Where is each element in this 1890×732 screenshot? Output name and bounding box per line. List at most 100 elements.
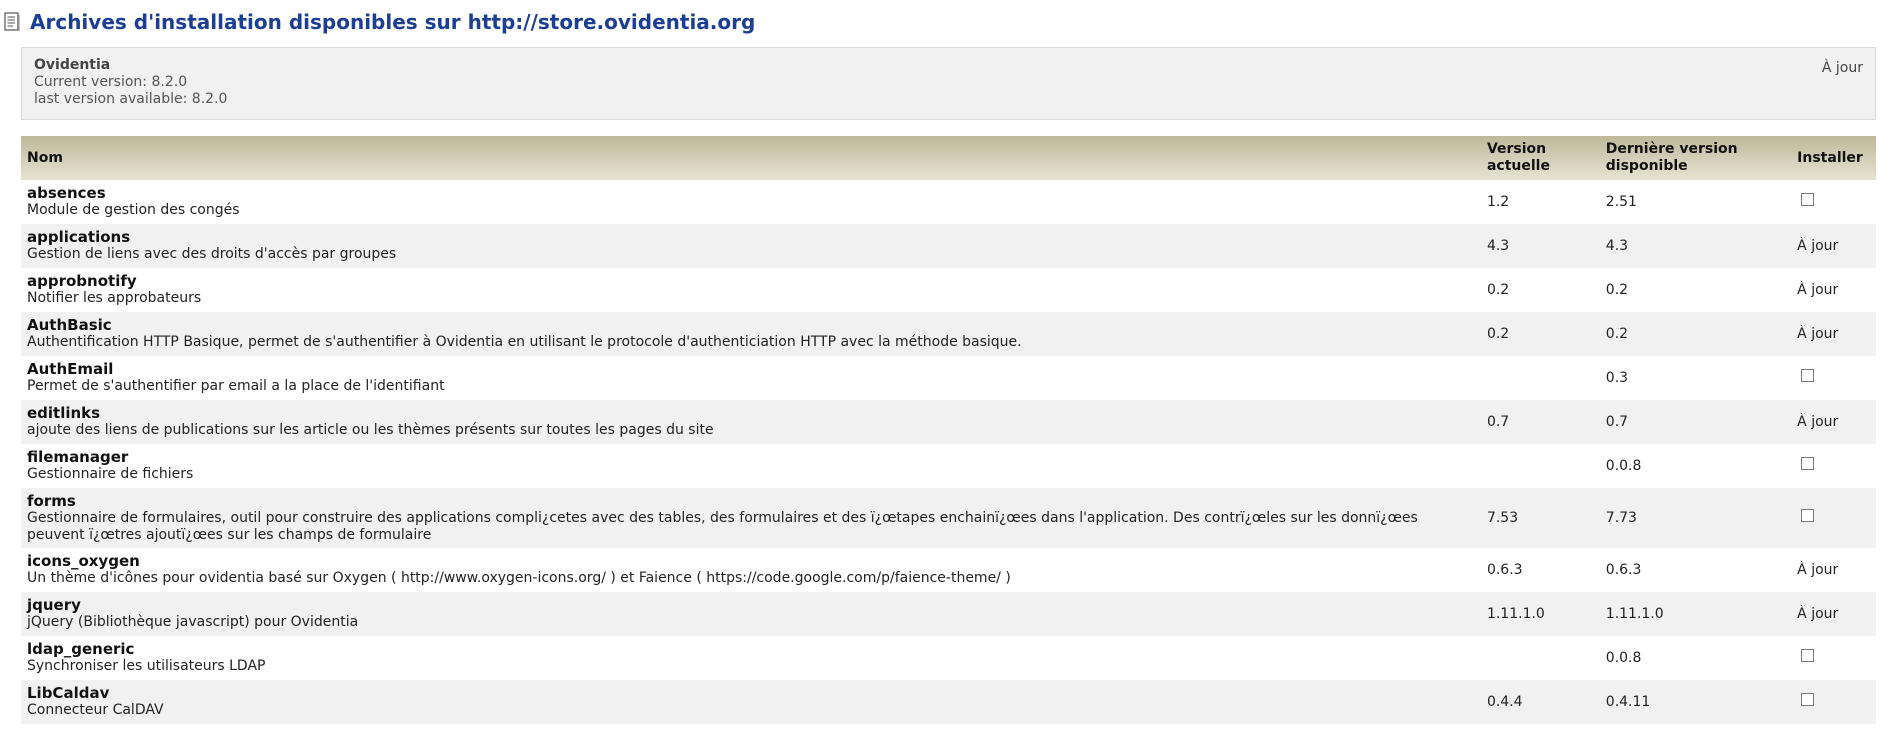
cell-install bbox=[1791, 180, 1876, 224]
cell-current-version: 1.11.1.0 bbox=[1480, 592, 1600, 636]
up-to-date-status: À jour bbox=[1797, 237, 1839, 254]
cell-name: ldap_generic Synchroniser les utilisateur… bbox=[21, 636, 1481, 680]
addon-description: Connecteur CalDAV bbox=[27, 702, 164, 718]
table-row: forms Gestionnaire de formulaires, outil … bbox=[21, 488, 1876, 548]
cell-install bbox=[1791, 680, 1876, 724]
install-checkbox[interactable] bbox=[1801, 509, 1815, 522]
addon-name: editlinks bbox=[27, 404, 101, 422]
addon-description: Un thème d'icônes pour ovidentia basé su… bbox=[27, 570, 1011, 586]
core-name: Ovidentia bbox=[34, 57, 111, 73]
header-install: Installer bbox=[1791, 136, 1876, 180]
cell-name: AuthBasic Authentification HTTP Basique, … bbox=[21, 312, 1481, 356]
addon-description: Module de gestion des congés bbox=[27, 202, 240, 218]
cell-install: À jour bbox=[1791, 268, 1876, 312]
up-to-date-status: À jour bbox=[1797, 281, 1839, 298]
table-row: editlinks ajoute des liens de publication… bbox=[21, 400, 1876, 444]
addon-name: jquery bbox=[27, 596, 81, 614]
core-last-version: last version available: 8.2.0 bbox=[34, 91, 228, 107]
header-current-version: Version actuelle bbox=[1480, 136, 1600, 180]
header-latest-version: Dernière version disponible bbox=[1599, 136, 1792, 180]
table-row: approbnotify Notifier les approbateurs 0.2… bbox=[21, 268, 1876, 312]
cell-current-version: 0.2 bbox=[1480, 312, 1600, 356]
table-row: icons_oxygen Un thème d'icônes pour ovide… bbox=[21, 548, 1876, 592]
cell-name: filemanager Gestionnaire de fichiers bbox=[21, 444, 1481, 488]
cell-latest-version: 0.2 bbox=[1599, 312, 1792, 356]
header-name: Nom bbox=[21, 136, 1481, 180]
addon-description: Gestion de liens avec des droits d'accès… bbox=[27, 246, 397, 262]
cell-current-version bbox=[1480, 444, 1600, 488]
table-row: applications Gestion de liens avec des dr… bbox=[21, 224, 1876, 268]
table-row: jquery jQuery (Bibliothèque javascript) p… bbox=[21, 592, 1876, 636]
addon-description: Synchroniser les utilisateurs LDAP bbox=[27, 658, 266, 674]
addon-name: absences bbox=[27, 184, 106, 202]
core-current-version: Current version: 8.2.0 bbox=[34, 74, 188, 90]
install-checkbox[interactable] bbox=[1801, 369, 1815, 382]
cell-install bbox=[1791, 356, 1876, 400]
cell-install bbox=[1791, 636, 1876, 680]
cell-install bbox=[1791, 488, 1876, 548]
addon-name: applications bbox=[27, 228, 131, 246]
up-to-date-status: À jour bbox=[1797, 413, 1839, 430]
install-checkbox[interactable] bbox=[1801, 649, 1815, 662]
cell-name: jquery jQuery (Bibliothèque javascript) p… bbox=[21, 592, 1481, 636]
cell-current-version: 1.2 bbox=[1480, 180, 1600, 224]
cell-name: absences Module de gestion des congés bbox=[21, 180, 1481, 224]
cell-current-version bbox=[1480, 356, 1600, 400]
core-version-box: Ovidentia Current version: 8.2.0 last ve… bbox=[21, 47, 1876, 120]
cell-current-version: 0.6.3 bbox=[1480, 548, 1600, 592]
cell-latest-version: 0.0.8 bbox=[1599, 444, 1792, 488]
cell-install: À jour bbox=[1791, 224, 1876, 268]
table-row: LibCaldav Connecteur CalDAV 0.4.4 0.4.11 bbox=[21, 680, 1876, 724]
cell-name: icons_oxygen Un thème d'icônes pour ovide… bbox=[21, 548, 1481, 592]
install-checkbox[interactable] bbox=[1801, 457, 1815, 470]
table-row: ldap_generic Synchroniser les utilisateur… bbox=[21, 636, 1876, 680]
cell-latest-version: 2.51 bbox=[1599, 180, 1792, 224]
up-to-date-status: À jour bbox=[1797, 605, 1839, 622]
addon-name: filemanager bbox=[27, 448, 129, 466]
cell-install: À jour bbox=[1791, 592, 1876, 636]
cell-current-version: 0.2 bbox=[1480, 268, 1600, 312]
page-title: Archives d'installation disponibles sur … bbox=[30, 10, 756, 34]
cell-name: AuthEmail Permet de s'authentifier par em… bbox=[21, 356, 1481, 400]
cell-current-version: 0.7 bbox=[1480, 400, 1600, 444]
install-checkbox[interactable] bbox=[1801, 193, 1815, 206]
cell-current-version: 4.3 bbox=[1480, 224, 1600, 268]
cell-name: editlinks ajoute des liens de publication… bbox=[21, 400, 1481, 444]
cell-latest-version: 4.3 bbox=[1599, 224, 1792, 268]
cell-install: À jour bbox=[1791, 400, 1876, 444]
cell-latest-version: 0.7 bbox=[1599, 400, 1792, 444]
cell-name: applications Gestion de liens avec des dr… bbox=[21, 224, 1481, 268]
cell-name: LibCaldav Connecteur CalDAV bbox=[21, 680, 1481, 724]
cell-current-version: 7.53 bbox=[1480, 488, 1600, 548]
cell-latest-version: 1.11.1.0 bbox=[1599, 592, 1792, 636]
table-row: AuthEmail Permet de s'authentifier par em… bbox=[21, 356, 1876, 400]
addon-description: jQuery (Bibliothèque javascript) pour Ov… bbox=[27, 614, 359, 630]
table-row: filemanager Gestionnaire de fichiers 0.0.8 bbox=[21, 444, 1876, 488]
addon-name: approbnotify bbox=[27, 272, 137, 290]
table-row: absences Module de gestion des congés 1.2 2… bbox=[21, 180, 1876, 224]
core-status: À jour bbox=[1821, 60, 1863, 76]
addon-description: Gestionnaire de fichiers bbox=[27, 466, 194, 482]
cell-latest-version: 0.6.3 bbox=[1599, 548, 1792, 592]
cell-name: approbnotify Notifier les approbateurs bbox=[21, 268, 1481, 312]
cell-latest-version: 7.73 bbox=[1599, 488, 1792, 548]
up-to-date-status: À jour bbox=[1797, 325, 1839, 342]
addon-name: forms bbox=[27, 491, 76, 510]
up-to-date-status: À jour bbox=[1797, 561, 1839, 578]
addon-name: icons_oxygen bbox=[27, 552, 140, 570]
addon-name: AuthBasic bbox=[27, 316, 112, 334]
install-checkbox[interactable] bbox=[1801, 693, 1815, 706]
addons-table: Nom Version actuelle Dernière version di… bbox=[21, 136, 1876, 724]
cell-install: À jour bbox=[1791, 312, 1876, 356]
cell-current-version: 0.4.4 bbox=[1480, 680, 1600, 724]
cell-latest-version: 0.0.8 bbox=[1599, 636, 1792, 680]
cell-latest-version: 0.4.11 bbox=[1599, 680, 1792, 724]
cell-current-version bbox=[1480, 636, 1600, 680]
cell-install: À jour bbox=[1791, 548, 1876, 592]
cell-install bbox=[1791, 444, 1876, 488]
addon-name: LibCaldav bbox=[27, 684, 110, 702]
document-icon bbox=[4, 12, 22, 32]
addon-name: AuthEmail bbox=[27, 360, 114, 378]
cell-latest-version: 0.2 bbox=[1599, 268, 1792, 312]
cell-latest-version: 0.3 bbox=[1599, 356, 1792, 400]
